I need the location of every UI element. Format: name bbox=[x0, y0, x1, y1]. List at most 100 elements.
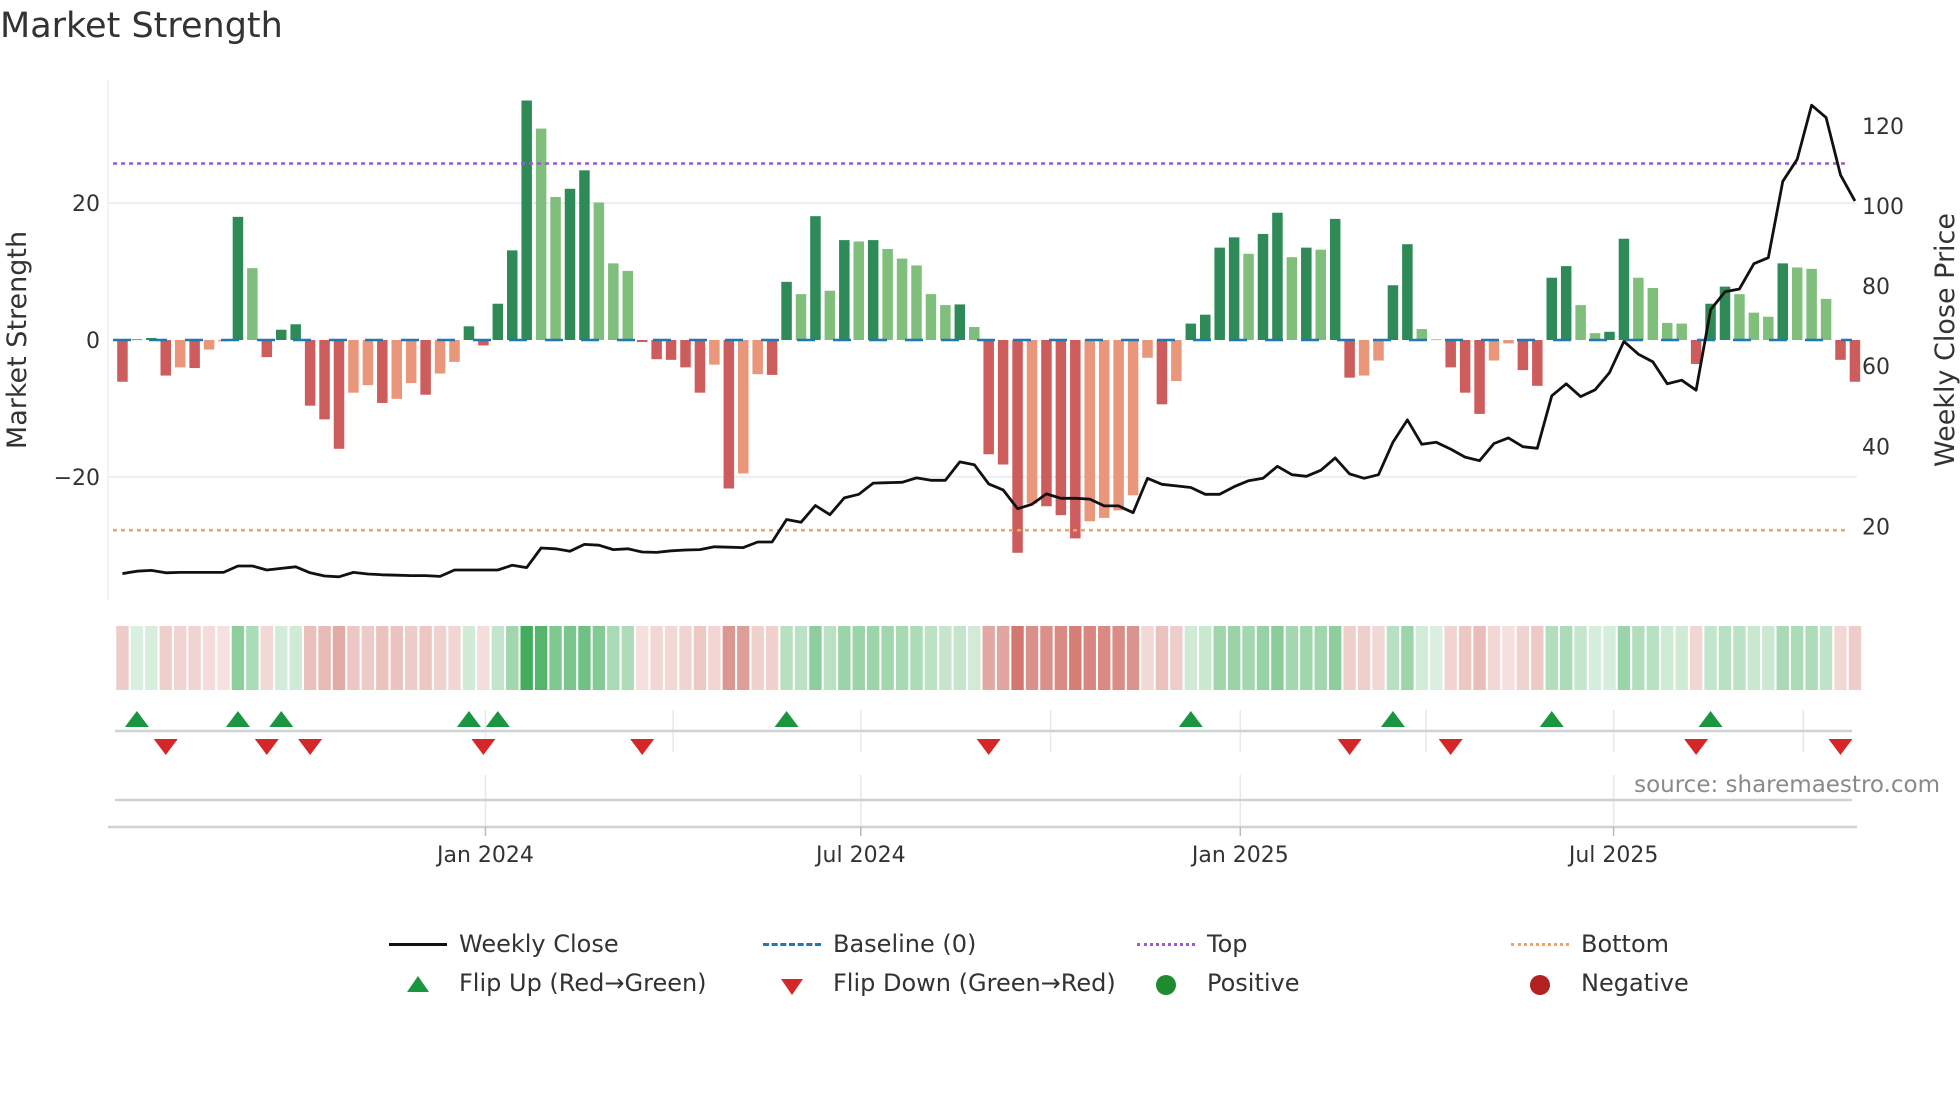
strength-bar bbox=[1402, 244, 1413, 340]
strength-strip-cell bbox=[1256, 626, 1270, 690]
strength-bar bbox=[1474, 340, 1485, 414]
strength-strip-cell bbox=[1661, 626, 1674, 690]
triangle-up-icon bbox=[389, 973, 447, 993]
flip-down-marker bbox=[153, 739, 178, 755]
strength-strip-cell bbox=[303, 626, 317, 690]
y2-tick-label: 80 bbox=[1862, 275, 1890, 300]
legend-label: Baseline (0) bbox=[833, 930, 977, 958]
strength-bar bbox=[1849, 340, 1861, 382]
strength-strip-cell bbox=[895, 626, 909, 690]
strength-bar bbox=[795, 294, 807, 340]
strength-strip-cell bbox=[462, 626, 476, 690]
strength-strip-cell bbox=[390, 626, 403, 690]
strength-strip-cell bbox=[433, 626, 447, 690]
y2-tick-label: 20 bbox=[1862, 515, 1890, 540]
legend-top[interactable]: Top bbox=[1137, 930, 1248, 958]
legend-flip-up[interactable]: Flip Up (Red→Green) bbox=[389, 969, 707, 997]
strength-strip-cell bbox=[1718, 626, 1732, 690]
strength-bar bbox=[593, 202, 605, 340]
strength-strip-cell bbox=[794, 626, 808, 690]
strength-heat-strip bbox=[116, 626, 1862, 690]
legend-negative[interactable]: Negative bbox=[1511, 969, 1689, 997]
strength-bar bbox=[276, 329, 287, 340]
legend-label: Top bbox=[1207, 930, 1248, 958]
strength-bar bbox=[824, 290, 836, 340]
strength-bar bbox=[882, 249, 893, 340]
strength-bar bbox=[550, 197, 561, 340]
y2-tick-label: 100 bbox=[1862, 195, 1904, 220]
strength-strip-cell bbox=[361, 626, 375, 690]
y2-tick-label: 120 bbox=[1862, 115, 1904, 140]
strength-bar bbox=[174, 340, 186, 368]
strength-strip-cell bbox=[1430, 626, 1443, 690]
strength-strip-cell bbox=[1040, 626, 1053, 690]
strength-strip-cell bbox=[1227, 626, 1241, 690]
strength-strip-cell bbox=[1646, 626, 1660, 690]
strength-bar bbox=[391, 340, 402, 399]
strength-bar bbox=[1243, 253, 1254, 340]
strength-strip-cell bbox=[419, 626, 432, 690]
strength-strip-cell bbox=[1848, 626, 1862, 690]
strength-strip-cell bbox=[650, 626, 663, 690]
strength-bar bbox=[160, 340, 171, 376]
strength-bar bbox=[1301, 247, 1312, 340]
strength-strip-cell bbox=[621, 626, 634, 690]
strength-strip-cell bbox=[1574, 626, 1587, 690]
strength-strip-cell bbox=[693, 626, 707, 690]
flip-down-marker bbox=[1438, 739, 1463, 755]
strength-bar bbox=[1026, 340, 1038, 504]
strength-strip-cell bbox=[289, 626, 302, 690]
source-label: source: sharemaestro.com bbox=[1634, 772, 1940, 798]
strength-bar bbox=[1315, 249, 1326, 340]
flip-up-marker bbox=[1178, 711, 1203, 727]
strength-strip-cell bbox=[1776, 626, 1789, 690]
strength-strip-cell bbox=[1559, 626, 1573, 690]
triangle-down-icon bbox=[763, 973, 821, 995]
strength-bar bbox=[738, 340, 749, 474]
strength-bar bbox=[521, 100, 532, 341]
legend-positive[interactable]: Positive bbox=[1137, 969, 1300, 997]
legend-weekly-close[interactable]: Weekly Close bbox=[389, 930, 619, 958]
flip-up-marker bbox=[456, 711, 481, 727]
strength-bar bbox=[1618, 238, 1630, 340]
legend-baseline[interactable]: Baseline (0) bbox=[763, 930, 976, 958]
strength-bar bbox=[651, 340, 662, 360]
strength-bar bbox=[1777, 263, 1788, 340]
flip-up-marker bbox=[774, 711, 799, 727]
strength-bar bbox=[463, 326, 475, 340]
legend-label: Weekly Close bbox=[459, 930, 619, 958]
strength-bar bbox=[1257, 233, 1269, 340]
strength-strip-cell bbox=[217, 626, 230, 690]
strength-strip-cell bbox=[332, 626, 346, 690]
strength-bar bbox=[1127, 340, 1139, 496]
y-axis-title: Market Strength bbox=[2, 231, 33, 449]
strength-bar bbox=[622, 270, 633, 340]
strength-strip-cell bbox=[578, 626, 591, 690]
strength-strip-cell bbox=[347, 626, 360, 690]
strength-strip-cell bbox=[1300, 626, 1313, 690]
legend-flip-down[interactable]: Flip Down (Green→Red) bbox=[763, 969, 1116, 997]
y-tick-label: 0 bbox=[86, 329, 100, 354]
strength-strip-cell bbox=[1357, 626, 1371, 690]
strength-bar bbox=[1113, 340, 1124, 511]
strength-strip-cell bbox=[592, 626, 606, 690]
strength-bar bbox=[1488, 340, 1500, 361]
strength-strip-cell bbox=[1199, 626, 1212, 690]
strength-bar bbox=[1041, 340, 1052, 507]
strength-strip-cell bbox=[1054, 626, 1068, 690]
strength-strip-cell bbox=[635, 626, 649, 690]
strength-strip-cell bbox=[881, 626, 894, 690]
flip-markers bbox=[124, 711, 1853, 755]
strength-bar bbox=[304, 340, 316, 406]
flip-down-marker bbox=[630, 739, 655, 755]
strength-strip-cell bbox=[116, 626, 129, 690]
strength-strip-cell bbox=[780, 626, 793, 690]
legend-bottom[interactable]: Bottom bbox=[1511, 930, 1669, 958]
strength-strip-cell bbox=[506, 626, 519, 690]
strength-bar bbox=[1228, 237, 1240, 340]
strength-bar bbox=[1560, 266, 1572, 340]
strength-strip-cell bbox=[838, 626, 851, 690]
strength-bar bbox=[1676, 323, 1687, 340]
strength-strip-cell bbox=[188, 626, 201, 690]
strength-strip-cell bbox=[477, 626, 490, 690]
